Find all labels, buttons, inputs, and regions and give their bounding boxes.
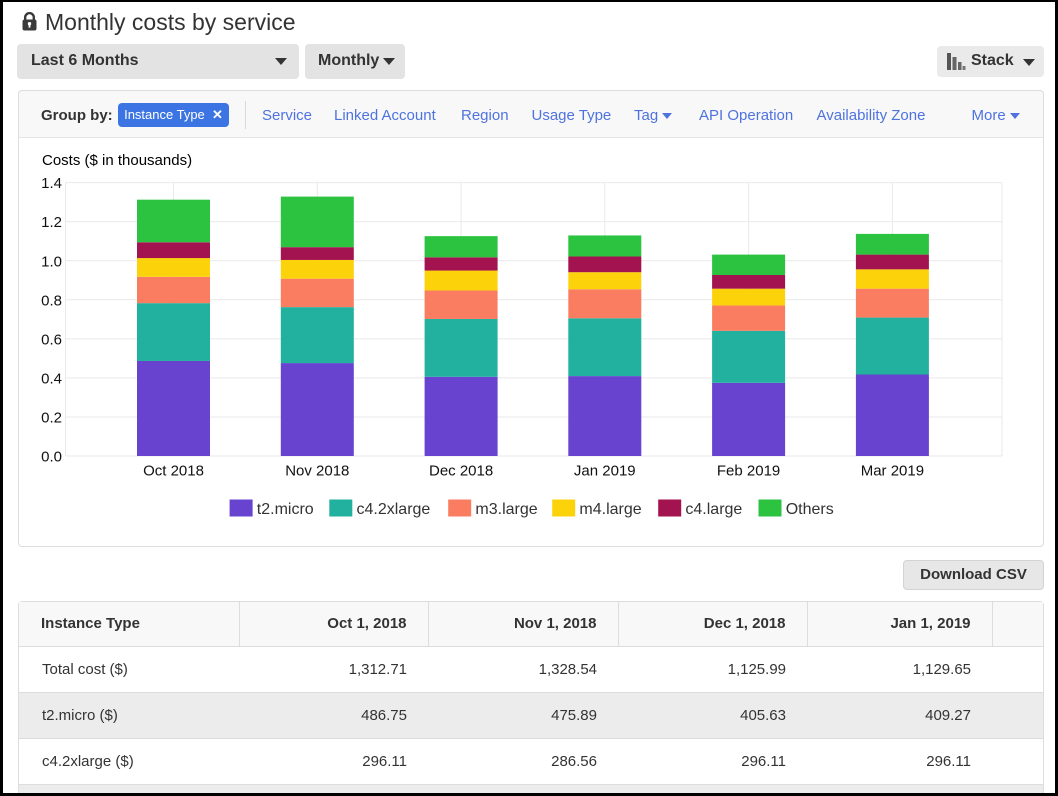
svg-text:t2.micro: t2.micro (257, 501, 314, 518)
svg-text:0.8: 0.8 (41, 292, 62, 309)
svg-text:0.2: 0.2 (41, 409, 62, 426)
svg-text:c4.large: c4.large (685, 501, 742, 518)
svg-text:Feb 2019: Feb 2019 (717, 463, 780, 480)
svg-text:c4.2xlarge: c4.2xlarge (357, 501, 431, 518)
svg-text:m3.large: m3.large (475, 501, 537, 518)
svg-text:1.2: 1.2 (41, 214, 62, 231)
svg-text:m4.large: m4.large (579, 501, 641, 518)
svg-text:Costs ($ in thousands): Costs ($ in thousands) (42, 152, 192, 169)
svg-text:Others: Others (786, 501, 834, 518)
svg-text:0.4: 0.4 (41, 370, 62, 387)
svg-text:Nov 2018: Nov 2018 (285, 463, 349, 480)
svg-text:Oct 2018: Oct 2018 (143, 463, 204, 480)
svg-text:1.0: 1.0 (41, 253, 62, 270)
svg-text:1.4: 1.4 (41, 175, 62, 192)
svg-text:Dec 2018: Dec 2018 (429, 463, 493, 480)
svg-text:Jan 2019: Jan 2019 (574, 463, 636, 480)
svg-text:0.6: 0.6 (41, 331, 62, 348)
svg-text:0.0: 0.0 (41, 449, 62, 466)
svg-text:Mar 2019: Mar 2019 (861, 463, 924, 480)
